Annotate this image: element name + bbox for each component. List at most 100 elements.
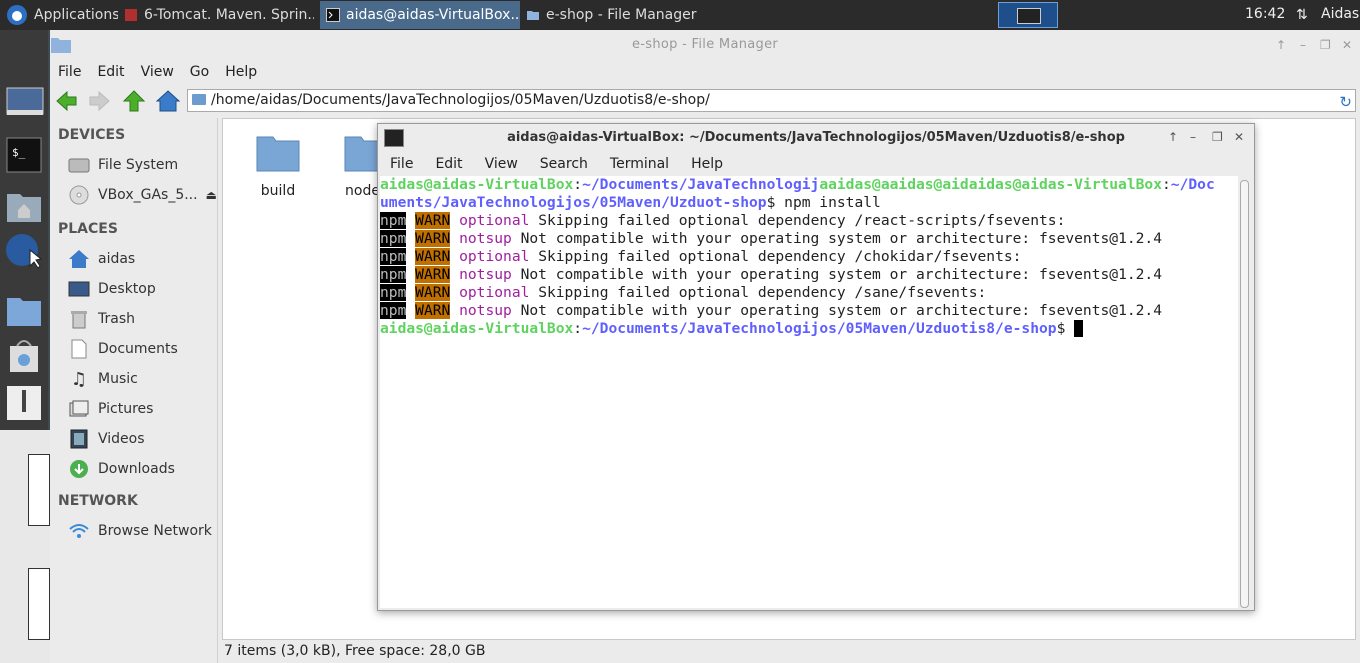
sidebar-item-label: Documents bbox=[98, 341, 178, 357]
terminal-close-button[interactable]: ✕ bbox=[1234, 130, 1244, 144]
terminal-menu-terminal[interactable]: Terminal bbox=[598, 152, 679, 176]
terminal-maximize-button[interactable]: ❐ bbox=[1212, 130, 1223, 144]
devices-header: DEVICES bbox=[58, 127, 126, 143]
terminal-output[interactable]: aidas@aidas-VirtualBox:~/Documents/JavaT… bbox=[380, 176, 1238, 608]
prompt-path: uments/JavaTechnologijos/05Maven/Uzduot-… bbox=[380, 194, 767, 211]
warn-line: npm WARN notsup Not compatible with your… bbox=[380, 230, 1238, 248]
location-bar[interactable]: /home/aidas/Documents/JavaTechnologijos/… bbox=[187, 89, 1356, 112]
sidebar-item-videos[interactable]: Videos bbox=[50, 424, 217, 454]
sidebar-item-vbox[interactable]: VBox_GAs_5... ⏏ bbox=[50, 180, 217, 210]
up-arrow-icon[interactable] bbox=[122, 89, 146, 113]
terminal-shade-button[interactable]: ↑ bbox=[1168, 130, 1178, 144]
sidebar-item-aidas[interactable]: aidas bbox=[50, 244, 217, 274]
dock: $_ bbox=[0, 30, 48, 430]
fm-menu-go[interactable]: Go bbox=[182, 60, 217, 84]
prompt-path: ~/Documents/JavaTechnologijos/05Maven/Uz… bbox=[582, 320, 1057, 337]
mount-drive-icon[interactable] bbox=[4, 384, 44, 422]
fm-menu-file[interactable]: File bbox=[50, 60, 89, 84]
app-store-icon[interactable] bbox=[4, 336, 44, 374]
terminal-menu-help[interactable]: Help bbox=[679, 152, 733, 176]
user-menu[interactable]: Aidas bbox=[1321, 6, 1359, 22]
videos-icon bbox=[68, 428, 90, 450]
fm-maximize-button[interactable]: ❐ bbox=[1320, 38, 1331, 52]
warn-tag: WARN bbox=[415, 266, 451, 283]
terminal-minimize-button[interactable]: – bbox=[1190, 130, 1196, 144]
terminal-menu-view[interactable]: View bbox=[473, 152, 528, 176]
terminal-launcher-icon[interactable]: $_ bbox=[4, 136, 44, 174]
terminal-menu-search[interactable]: Search bbox=[528, 152, 598, 176]
fm-minimize-button[interactable]: – bbox=[1300, 38, 1306, 52]
fm-shade-button[interactable]: ↑ bbox=[1276, 38, 1286, 52]
npm-tag: npm bbox=[380, 284, 407, 301]
browser-icon bbox=[125, 9, 137, 21]
home-folder-icon[interactable] bbox=[4, 188, 44, 226]
warn-line: npm WARN optional Skipping failed option… bbox=[380, 284, 1238, 302]
window-folder-icon bbox=[51, 38, 71, 53]
prompt-user: aidas@aidas-VirtualBox bbox=[380, 320, 574, 337]
task-file-manager[interactable]: e-shop - File Manager bbox=[520, 1, 720, 29]
task-terminal-label: aidas@aidas-VirtualBox... bbox=[346, 7, 520, 23]
sidebar-item-documents[interactable]: Documents bbox=[50, 334, 217, 364]
wifi-icon bbox=[68, 520, 90, 542]
reload-icon[interactable]: ↻ bbox=[1339, 92, 1352, 113]
fm-menu-help[interactable]: Help bbox=[217, 60, 265, 84]
forward-arrow-icon[interactable] bbox=[88, 89, 112, 113]
sidebar-item-desktop[interactable]: Desktop bbox=[50, 274, 217, 304]
warn-text: Skipping failed optional dependency /rea… bbox=[529, 212, 1066, 229]
back-arrow-icon[interactable] bbox=[54, 89, 78, 113]
prompt-symbol: $ bbox=[1056, 320, 1075, 337]
npm-tag: npm bbox=[380, 302, 407, 319]
sidebar-item-trash[interactable]: Trash bbox=[50, 304, 217, 334]
fm-menu-view[interactable]: View bbox=[133, 60, 182, 84]
sidebar-item-music[interactable]: ♫ Music bbox=[50, 364, 217, 394]
fm-menu-edit[interactable]: Edit bbox=[89, 60, 132, 84]
sidebar-item-label: Browse Network bbox=[98, 523, 212, 539]
terminal-menu-file[interactable]: File bbox=[378, 152, 423, 176]
sidebar-item-downloads[interactable]: Downloads bbox=[50, 454, 217, 484]
sidebar-item-pictures[interactable]: Pictures bbox=[50, 394, 217, 424]
prompt-path: ~/Documents/JavaTechnologij bbox=[582, 176, 820, 193]
warn-text: Not compatible with your operating syste… bbox=[511, 230, 1163, 247]
warn-line: npm WARN notsup Not compatible with your… bbox=[380, 266, 1238, 284]
fm-toolbar: /home/aidas/Documents/JavaTechnologijos/… bbox=[50, 84, 1360, 118]
npm-tag: npm bbox=[380, 266, 407, 283]
fm-close-button[interactable]: ✕ bbox=[1342, 38, 1352, 52]
sidebar-item-browse-network[interactable]: Browse Network bbox=[50, 516, 217, 546]
document-thumbnail[interactable] bbox=[28, 454, 50, 526]
svg-text:$_: $_ bbox=[12, 146, 26, 159]
sidebar-item-label: Downloads bbox=[98, 461, 175, 477]
file-manager-launcher-icon[interactable] bbox=[4, 292, 44, 330]
eject-icon[interactable]: ⏏ bbox=[206, 188, 217, 202]
terminal-title: aidas@aidas-VirtualBox: ~/Documents/Java… bbox=[507, 130, 1125, 145]
warn-kind: optional bbox=[459, 212, 530, 229]
network-arrows-icon[interactable]: ⇅ bbox=[1296, 7, 1308, 23]
show-desktop-icon[interactable] bbox=[4, 82, 44, 120]
folder-icon bbox=[256, 136, 300, 172]
location-path: /home/aidas/Documents/JavaTechnologijos/… bbox=[211, 92, 710, 108]
sidebar-item-label: Desktop bbox=[98, 281, 156, 297]
applications-label: Applications bbox=[34, 7, 118, 23]
fm-sidebar: DEVICES File System VBox_GAs_5... ⏏ PLAC… bbox=[50, 118, 218, 663]
terminal-scrollbar[interactable] bbox=[1240, 180, 1249, 608]
workspace-pager[interactable] bbox=[998, 2, 1058, 28]
document-thumbnail[interactable] bbox=[28, 568, 50, 640]
warn-text: Skipping failed optional dependency /san… bbox=[529, 284, 987, 301]
home-icon[interactable] bbox=[156, 89, 180, 113]
task-terminal[interactable]: aidas@aidas-VirtualBox... bbox=[320, 1, 520, 29]
npm-tag: npm bbox=[380, 248, 407, 265]
warn-tag: WARN bbox=[415, 230, 451, 247]
task-browser-label: 6-Tomcat. Maven. Sprin... bbox=[144, 7, 314, 23]
applications-menu[interactable]: Applications bbox=[0, 1, 118, 29]
taskbar: Applications 6-Tomcat. Maven. Sprin... a… bbox=[0, 0, 1360, 30]
documents-icon bbox=[68, 338, 90, 360]
terminal-menu-edit[interactable]: Edit bbox=[423, 152, 472, 176]
clock[interactable]: 16:42 bbox=[1245, 6, 1285, 22]
web-browser-icon[interactable] bbox=[4, 232, 44, 270]
network-header: NETWORK bbox=[58, 493, 138, 509]
folder-item[interactable]: build bbox=[243, 133, 313, 199]
terminal-line: aidas@aidas-VirtualBox:~/Documents/JavaT… bbox=[380, 176, 1215, 193]
hard-drive-icon bbox=[68, 154, 90, 176]
trash-icon bbox=[68, 308, 90, 330]
sidebar-item-file-system[interactable]: File System bbox=[50, 150, 217, 180]
task-browser[interactable]: 6-Tomcat. Maven. Sprin... bbox=[118, 1, 314, 29]
